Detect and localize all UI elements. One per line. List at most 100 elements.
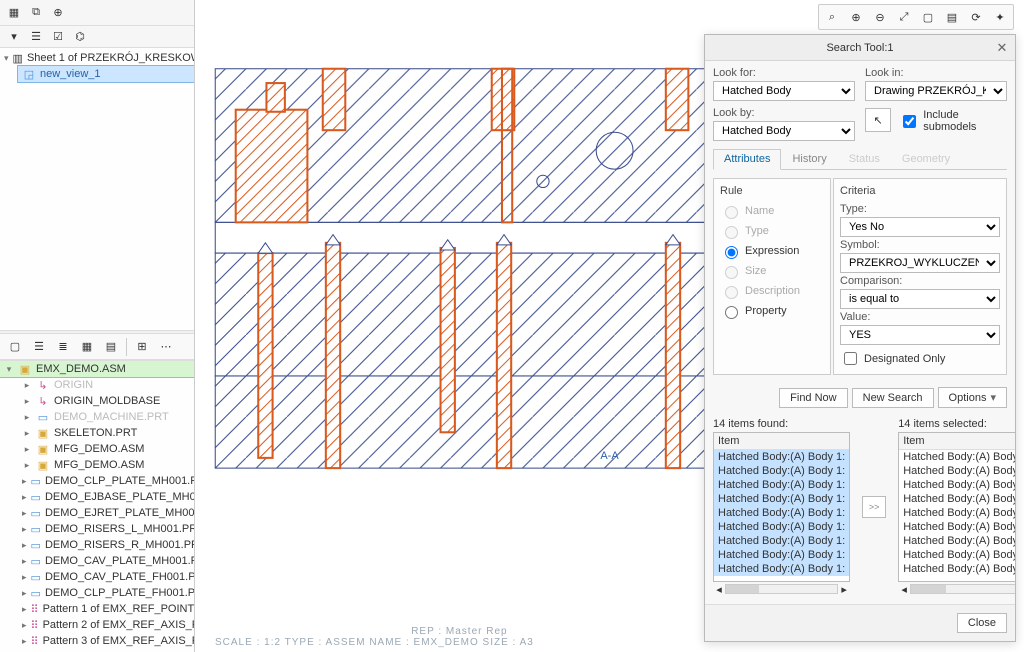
model-tree-item[interactable]: ▸▭DEMO_RISERS_L_MH001.PRT — [18, 521, 194, 537]
model-tree-root[interactable]: ▾▣EMX_DEMO.ASM — [0, 361, 194, 377]
move-right-button[interactable]: >> — [862, 496, 886, 518]
checklist-icon[interactable]: ☑ — [50, 29, 66, 45]
refresh-icon[interactable]: ⟳ — [965, 7, 987, 27]
expand-icon[interactable]: ▸ — [22, 556, 27, 567]
duplicate-icon[interactable]: ⧉ — [28, 5, 44, 21]
expand-icon[interactable]: ▸ — [22, 508, 27, 519]
list-item[interactable]: Hatched Body:(A) Body 1: — [714, 506, 849, 520]
model-tree-item[interactable]: ▸▣MFG_DEMO.ASM — [18, 441, 194, 457]
list-item[interactable]: Hatched Body:(A) Body 1: — [714, 562, 849, 576]
drawing-tree-view[interactable]: ◲ new_view_1 — [18, 66, 194, 82]
include-submodels-checkbox[interactable] — [903, 115, 916, 128]
value-select[interactable]: YES — [840, 325, 1000, 345]
close-icon[interactable]: ✕ — [993, 39, 1011, 57]
list-icon[interactable]: ☰ — [28, 29, 44, 45]
expand-icon[interactable]: ▸ — [22, 588, 27, 599]
found-listbox[interactable]: Item Hatched Body:(A) Body 1:Hatched Bod… — [713, 432, 850, 582]
designated-checkbox[interactable] — [844, 352, 857, 365]
model-tree-item[interactable]: ▸▭DEMO_CAV_PLATE_FH001.PRT — [18, 569, 194, 585]
model-tree-item[interactable]: ▸↳ORIGIN_MOLDBASE — [18, 393, 194, 409]
list-item[interactable]: Hatched Body:(A) Body 1: — [714, 548, 849, 562]
table-icon[interactable]: ▤ — [102, 338, 120, 356]
list-item[interactable]: Hatched Body:(A) Body 1: — [714, 464, 849, 478]
box-icon[interactable]: ▢ — [6, 338, 24, 356]
axes-icon[interactable]: ✦ — [989, 7, 1011, 27]
options-button[interactable]: Options▾ — [938, 387, 1007, 408]
model-tree-item[interactable]: ▸↳ORIGIN — [18, 377, 194, 393]
pick-pointer-button[interactable]: ↖ — [865, 108, 891, 132]
radio-input[interactable] — [725, 246, 738, 259]
tree-icon[interactable]: ⌬ — [72, 29, 88, 45]
look-in-select[interactable]: Drawing PRZEKRÓJ_KRESKOWANIE — [865, 81, 1007, 101]
tab-attributes[interactable]: Attributes — [713, 149, 781, 170]
zoom-out-icon[interactable]: ⊖ — [869, 7, 891, 27]
expand-icon[interactable]: ▸ — [22, 604, 27, 615]
model-tree-item[interactable]: ▸▭DEMO_EJBASE_PLATE_MH001.PRT — [18, 489, 194, 505]
model-tree-item[interactable]: ▸▭DEMO_EJRET_PLATE_MH001.PRT — [18, 505, 194, 521]
list-item[interactable]: Hatched Body:(A) Body 1:( — [899, 534, 1015, 548]
zoom-fit-icon[interactable]: ⤢ — [893, 7, 915, 27]
expand-icon[interactable]: ▸ — [22, 380, 32, 391]
expand-icon[interactable]: ▸ — [22, 492, 27, 503]
list-item[interactable]: Hatched Body:(A) Body 1:( — [899, 562, 1015, 576]
model-tree-item[interactable]: ▸▭DEMO_RISERS_R_MH001.PRT — [18, 537, 194, 553]
model-tree-item[interactable]: ▸⠿Pattern 3 of EMX_REF_AXIS_PLANE_A — [18, 633, 194, 649]
model-tree-item[interactable]: ▸⠿Pattern 2 of EMX_REF_AXIS_PLANE — [18, 617, 194, 633]
found-list-header[interactable]: Item — [714, 433, 849, 450]
tab-history[interactable]: History — [781, 149, 837, 169]
selected-list-header[interactable]: Item — [899, 433, 1015, 450]
list-item[interactable]: Hatched Body:(A) Body 1:( — [899, 520, 1015, 534]
list-item[interactable]: Hatched Body:(A) Body 1:( — [899, 478, 1015, 492]
new-search-button[interactable]: New Search — [852, 388, 934, 408]
expand-icon[interactable]: ▸ — [22, 412, 32, 423]
view-box-icon[interactable]: ▢ — [917, 7, 939, 27]
expand-icon[interactable]: ▸ — [22, 460, 32, 471]
look-for-select[interactable]: Hatched Body — [713, 81, 855, 101]
expand-icon[interactable]: ▸ — [22, 476, 27, 487]
symbol-select[interactable]: PRZEKROJ_WYKLUCZENIE — [840, 253, 1000, 273]
grid-icon[interactable]: ▦ — [78, 338, 96, 356]
model-tree-item[interactable]: ▸▣SKELETON.PRT — [18, 425, 194, 441]
expand-icon[interactable]: ▸ — [22, 636, 27, 647]
layers-icon[interactable]: ▦ — [6, 5, 22, 21]
list-item[interactable]: Hatched Body:(A) Body 1: — [714, 520, 849, 534]
list-item[interactable]: Hatched Body:(A) Body 1:( — [899, 492, 1015, 506]
rule-radio-expression[interactable]: Expression — [720, 241, 824, 261]
model-tree-item[interactable]: ▸▭DEMO_MACHINE.PRT — [18, 409, 194, 425]
list-item[interactable]: Hatched Body:(A) Body 1: — [714, 534, 849, 548]
look-by-select[interactable]: Hatched Body — [713, 121, 855, 141]
model-tree-item[interactable]: ▸▭DEMO_CLP_PLATE_MH001.PRT — [18, 473, 194, 489]
model-tree-item[interactable]: ▸▭DEMO_CAV_PLATE_MH001.PRT — [18, 553, 194, 569]
expand-icon[interactable]: ▸ — [22, 620, 27, 631]
zoom-in-icon[interactable]: ⊕ — [845, 7, 867, 27]
expand-icon[interactable]: ▸ — [22, 572, 27, 583]
model-tree-item[interactable]: ▸▣MFG_DEMO.ASM — [18, 457, 194, 473]
model-tree-item[interactable]: ▸⠿Pattern 1 of EMX_REF_POINT_PLANE — [18, 601, 194, 617]
more-icon[interactable]: ⋯ — [157, 338, 175, 356]
numbered-list-icon[interactable]: ≣ — [54, 338, 72, 356]
selected-hscroll[interactable]: ◂▸ — [898, 582, 1015, 596]
rule-radio-property[interactable]: Property — [720, 301, 824, 321]
type-select[interactable]: Yes No — [840, 217, 1000, 237]
expand-icon[interactable]: ▸ — [22, 396, 32, 407]
search-title-bar[interactable]: Search Tool:1 ✕ — [705, 35, 1015, 61]
expand-icon[interactable]: ▸ — [22, 428, 32, 439]
expand-icon[interactable]: ▸ — [22, 444, 32, 455]
list-item[interactable]: Hatched Body:(A) Body 1: — [714, 478, 849, 492]
list-item[interactable]: Hatched Body:(A) Body 1:( — [899, 506, 1015, 520]
expand-icon[interactable]: ▸ — [22, 524, 27, 535]
list-item[interactable]: Hatched Body:(A) Body 1:( — [899, 450, 1015, 464]
expand-icon[interactable]: ▾ — [4, 364, 14, 375]
list-item[interactable]: Hatched Body:(A) Body 1:( — [899, 464, 1015, 478]
list-item[interactable]: Hatched Body:(A) Body 1:( — [899, 548, 1015, 562]
list-item[interactable]: Hatched Body:(A) Body 1: — [714, 450, 849, 464]
expand-icon[interactable]: ▸ — [22, 540, 27, 551]
add-sheet-icon[interactable]: ⊕ — [50, 5, 66, 21]
layout-icon[interactable]: ⊞ — [133, 338, 151, 356]
comparison-select[interactable]: is equal to — [840, 289, 1000, 309]
page-icon[interactable]: ▤ — [941, 7, 963, 27]
list-item[interactable]: Hatched Body:(A) Body 1: — [714, 492, 849, 506]
collapse-icon[interactable]: ▾ — [6, 29, 22, 45]
close-button[interactable]: Close — [957, 613, 1007, 633]
zoom-window-icon[interactable]: ⌕ — [821, 7, 843, 27]
